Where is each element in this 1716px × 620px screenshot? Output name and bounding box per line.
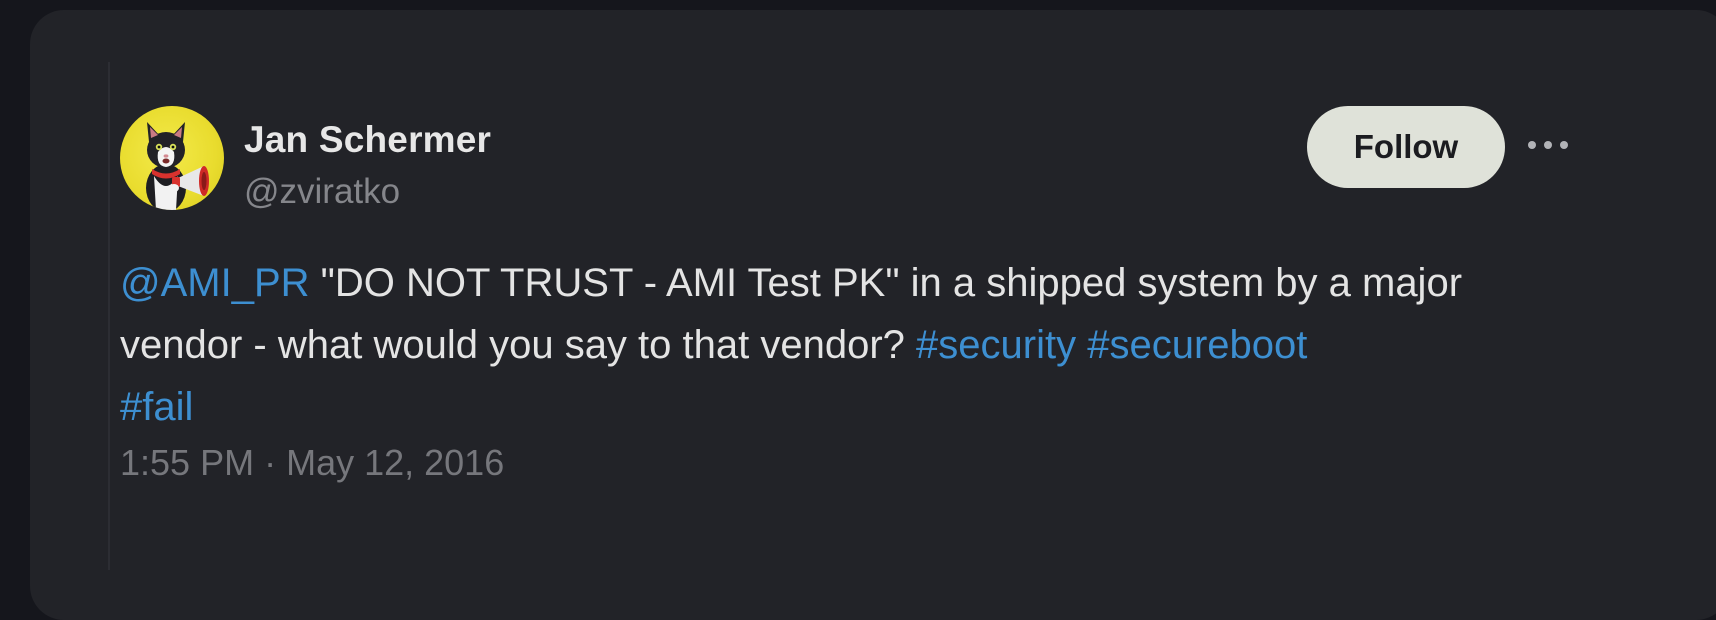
tweet-timestamp[interactable]: 1:55 PM · May 12, 2016 xyxy=(120,442,504,484)
follow-button[interactable]: Follow xyxy=(1307,106,1505,188)
tweet-line-3: #fail xyxy=(120,376,1600,438)
cat-avatar-icon xyxy=(146,122,209,210)
author-handle[interactable]: @zviratko xyxy=(244,172,400,212)
mention-link[interactable]: @AMI_PR xyxy=(120,261,310,305)
hashtag-fail[interactable]: #fail xyxy=(120,385,193,429)
tweet-time: 1:55 PM xyxy=(120,442,255,483)
more-dot xyxy=(1560,141,1568,149)
tweet-line-2: vendor - what would you say to that vend… xyxy=(120,314,1600,376)
hashtag-security[interactable]: #security xyxy=(916,323,1076,367)
avatar[interactable] xyxy=(120,106,224,210)
thread-divider xyxy=(108,62,110,570)
meta-separator: · xyxy=(254,442,287,483)
more-dot xyxy=(1544,141,1552,149)
hashtag-secureboot[interactable]: #secureboot xyxy=(1087,323,1307,367)
more-dot xyxy=(1528,141,1536,149)
tweet-text-part-2: vendor - what would you say to that vend… xyxy=(120,323,917,367)
tweet-text-part-1: "DO NOT TRUST - AMI Test PK" in a shippe… xyxy=(309,261,1463,305)
tweet-date: May 12, 2016 xyxy=(286,442,505,483)
author-name[interactable]: Jan Schermer xyxy=(244,119,491,161)
more-options-icon[interactable] xyxy=(1528,133,1568,157)
tweet-line-1: @AMI_PR "DO NOT TRUST - AMI Test PK" in … xyxy=(120,252,1600,314)
tweet-text: @AMI_PR "DO NOT TRUST - AMI Test PK" in … xyxy=(120,252,1600,438)
